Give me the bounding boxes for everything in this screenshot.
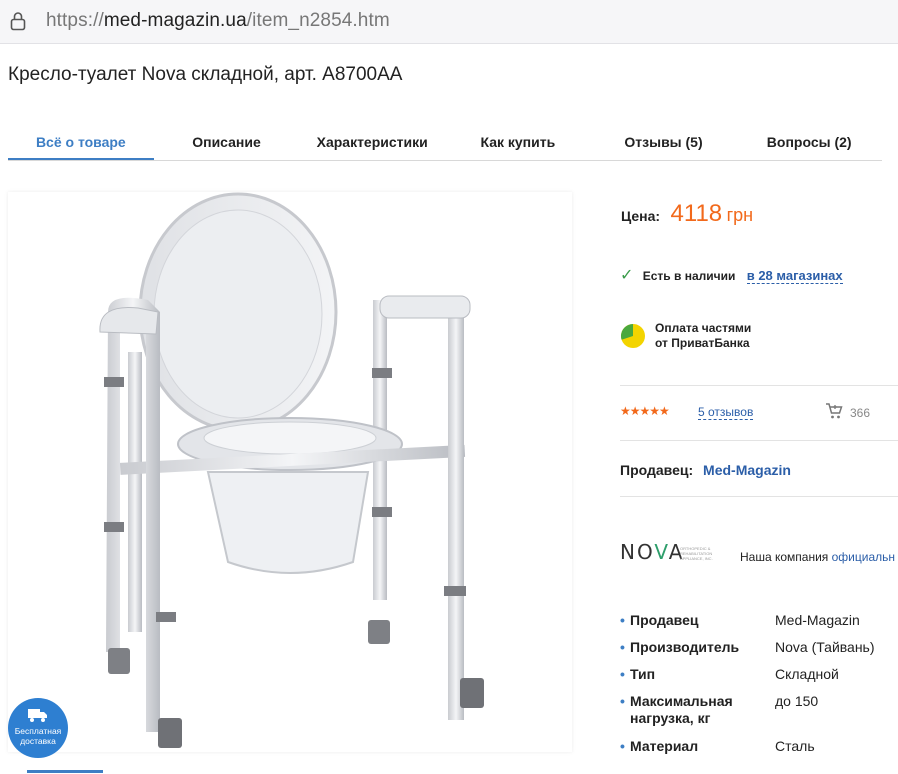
thumbnail-indicator[interactable] <box>27 770 103 773</box>
product-image[interactable] <box>8 192 572 752</box>
commode-chair-illustration <box>99 192 484 748</box>
cart-icon <box>826 403 843 419</box>
stores-link[interactable]: в 28 магазинах <box>746 268 843 284</box>
brand-text: Наша компания официальн <box>740 550 896 564</box>
rating-row: ★★★★★ 5 отзывов 366 <box>620 403 870 420</box>
price-block: Цена: 4118 грн <box>621 200 753 228</box>
price-value: 4118 <box>670 200 723 227</box>
rating-stars: ★★★★★ <box>620 404 670 418</box>
delivery-truck-icon <box>28 709 47 722</box>
divider <box>620 440 898 441</box>
logo-subtitle: ORTHOPEDIC & REHABILITATION APPLIANCE, I… <box>680 546 713 561</box>
spec-row: ПроизводительNova (Тайвань) <box>620 639 898 666</box>
tab-how-to-buy[interactable]: Как купить <box>445 124 591 160</box>
price-label: Цена: <box>621 208 661 224</box>
free-delivery-badge: Бесплатная доставка <box>8 698 68 758</box>
spec-row: Максимальная нагрузка, кгдо 150 <box>620 693 898 738</box>
tab-description[interactable]: Описание <box>154 124 300 160</box>
tab-all-about[interactable]: Всё о товаре <box>8 124 154 160</box>
nova-logo: NOVA <box>620 540 685 564</box>
spec-row: МатериалСталь <box>620 738 898 765</box>
stock-status: ✓ Есть в наличии в 28 магазинах <box>620 267 843 284</box>
seller-row: Продавец: Med-Magazin <box>620 462 791 478</box>
checkmark-icon: ✓ <box>620 267 634 284</box>
spec-row: ТипСкладной <box>620 666 898 693</box>
spec-row: ПродавецMed-Magazin <box>620 612 898 639</box>
tab-questions[interactable]: Вопросы (2) <box>736 124 882 160</box>
product-tabs: Всё о товаре Описание Характеристики Как… <box>8 124 882 161</box>
brand-block: NOVA ORTHOPEDIC & REHABILITATION APPLIAN… <box>620 540 895 564</box>
lock-icon <box>10 12 26 31</box>
address-bar[interactable]: https://med-magazin.ua/item_n2854.htm <box>0 0 898 44</box>
specs-list: ПродавецMed-Magazin ПроизводительNova (Т… <box>620 612 898 765</box>
seller-link[interactable]: Med-Magazin <box>703 462 791 478</box>
url-text[interactable]: https://med-magazin.ua/item_n2854.htm <box>46 10 390 32</box>
reviews-link[interactable]: 5 отзывов <box>698 405 754 420</box>
purchase-count: 366 <box>850 406 871 420</box>
page-title: Кресло-туалет Nova складной, арт. A8700A… <box>8 64 403 85</box>
divider <box>620 385 898 386</box>
tab-reviews[interactable]: Отзывы (5) <box>591 124 737 160</box>
tab-characteristics[interactable]: Характеристики <box>299 124 445 160</box>
privatbank-pie-icon <box>620 324 645 348</box>
divider <box>620 496 898 497</box>
price-currency: грн <box>726 205 754 225</box>
